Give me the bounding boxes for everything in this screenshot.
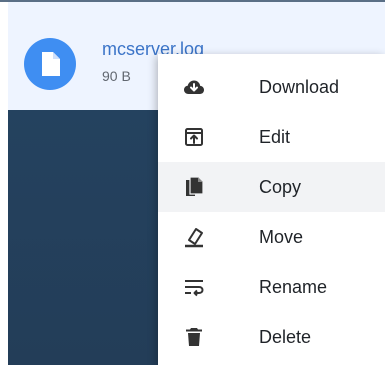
edit-icon [182, 125, 206, 149]
rename-icon [182, 275, 206, 299]
file-glyph [42, 52, 60, 76]
file-size: 90 B [102, 68, 131, 84]
menu-item-copy[interactable]: Copy [158, 162, 385, 212]
menu-item-edit[interactable]: Edit [158, 112, 385, 162]
menu-label-move: Move [259, 227, 304, 247]
menu-label-rename: Rename [259, 277, 328, 297]
file-icon [24, 38, 76, 90]
trash-icon [182, 325, 206, 349]
copy-icon [182, 175, 206, 199]
cloud-download-icon [182, 75, 206, 99]
menu-item-delete[interactable]: Delete [158, 312, 385, 362]
menu-item-rename[interactable]: Rename [158, 262, 385, 312]
menu-label-edit: Edit [259, 127, 291, 147]
menu-label-delete: Delete [259, 327, 312, 347]
menu-label-copy: Copy [259, 177, 302, 197]
menu-item-move[interactable]: Move [158, 212, 385, 262]
move-icon [182, 225, 206, 249]
menu-item-download[interactable]: Download [158, 62, 385, 112]
context-menu: Download Edit Copy Move Rename Delete [158, 54, 385, 365]
menu-label-download: Download [259, 77, 340, 97]
